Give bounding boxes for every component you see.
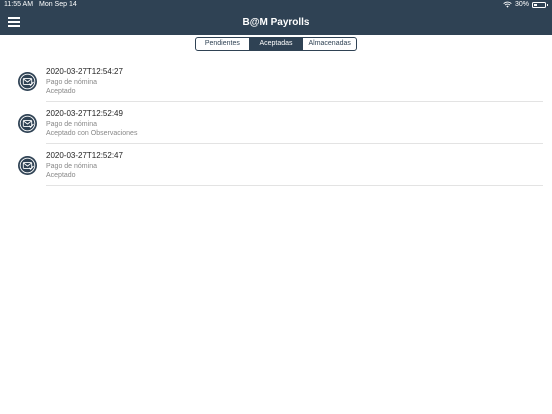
item-date: 2020-03-27T12:54:27 (46, 67, 123, 76)
list-item[interactable]: 2020-03-27T12:52:47 Pago de nómina Acept… (0, 144, 552, 186)
item-type: Pago de nómina (46, 121, 97, 128)
tab-aceptadas[interactable]: Aceptadas (248, 38, 303, 50)
item-date: 2020-03-27T12:52:47 (46, 151, 123, 160)
envelope-check-icon (18, 114, 37, 133)
app-header: 11:55 AM Mon Sep 14 30% B@M Payrolls (0, 0, 552, 35)
envelope-check-icon (18, 72, 37, 91)
battery-percent: 30% (514, 1, 529, 8)
payroll-list: 2020-03-27T12:54:27 Pago de nómina Acept… (0, 60, 552, 186)
item-status: Aceptado (46, 172, 76, 179)
status-time: 11:55 AM (4, 1, 34, 8)
list-item[interactable]: 2020-03-27T12:54:27 Pago de nómina Acept… (0, 60, 552, 102)
item-type: Pago de nómina (46, 163, 97, 170)
battery-icon (532, 1, 548, 8)
item-type: Pago de nómina (46, 79, 97, 86)
envelope-check-icon (18, 156, 37, 175)
status-bar: 11:55 AM Mon Sep 14 30% (0, 0, 552, 11)
tab-pendientes[interactable]: Pendientes (196, 38, 249, 50)
status-date: Mon Sep 14 (39, 1, 77, 8)
divider (46, 185, 543, 186)
item-date: 2020-03-27T12:52:49 (46, 109, 123, 118)
app-title: B@M Payrolls (242, 17, 310, 28)
wifi-icon (503, 1, 512, 8)
item-status: Aceptado con Observaciones (46, 130, 138, 137)
status-filter-segmented-control: Pendientes Aceptadas Almacenadas (195, 37, 357, 51)
status-indicators: 30% (503, 1, 548, 8)
list-item[interactable]: 2020-03-27T12:52:49 Pago de nómina Acept… (0, 102, 552, 144)
tab-almacenadas[interactable]: Almacenadas (302, 38, 356, 50)
item-status: Aceptado (46, 88, 76, 95)
